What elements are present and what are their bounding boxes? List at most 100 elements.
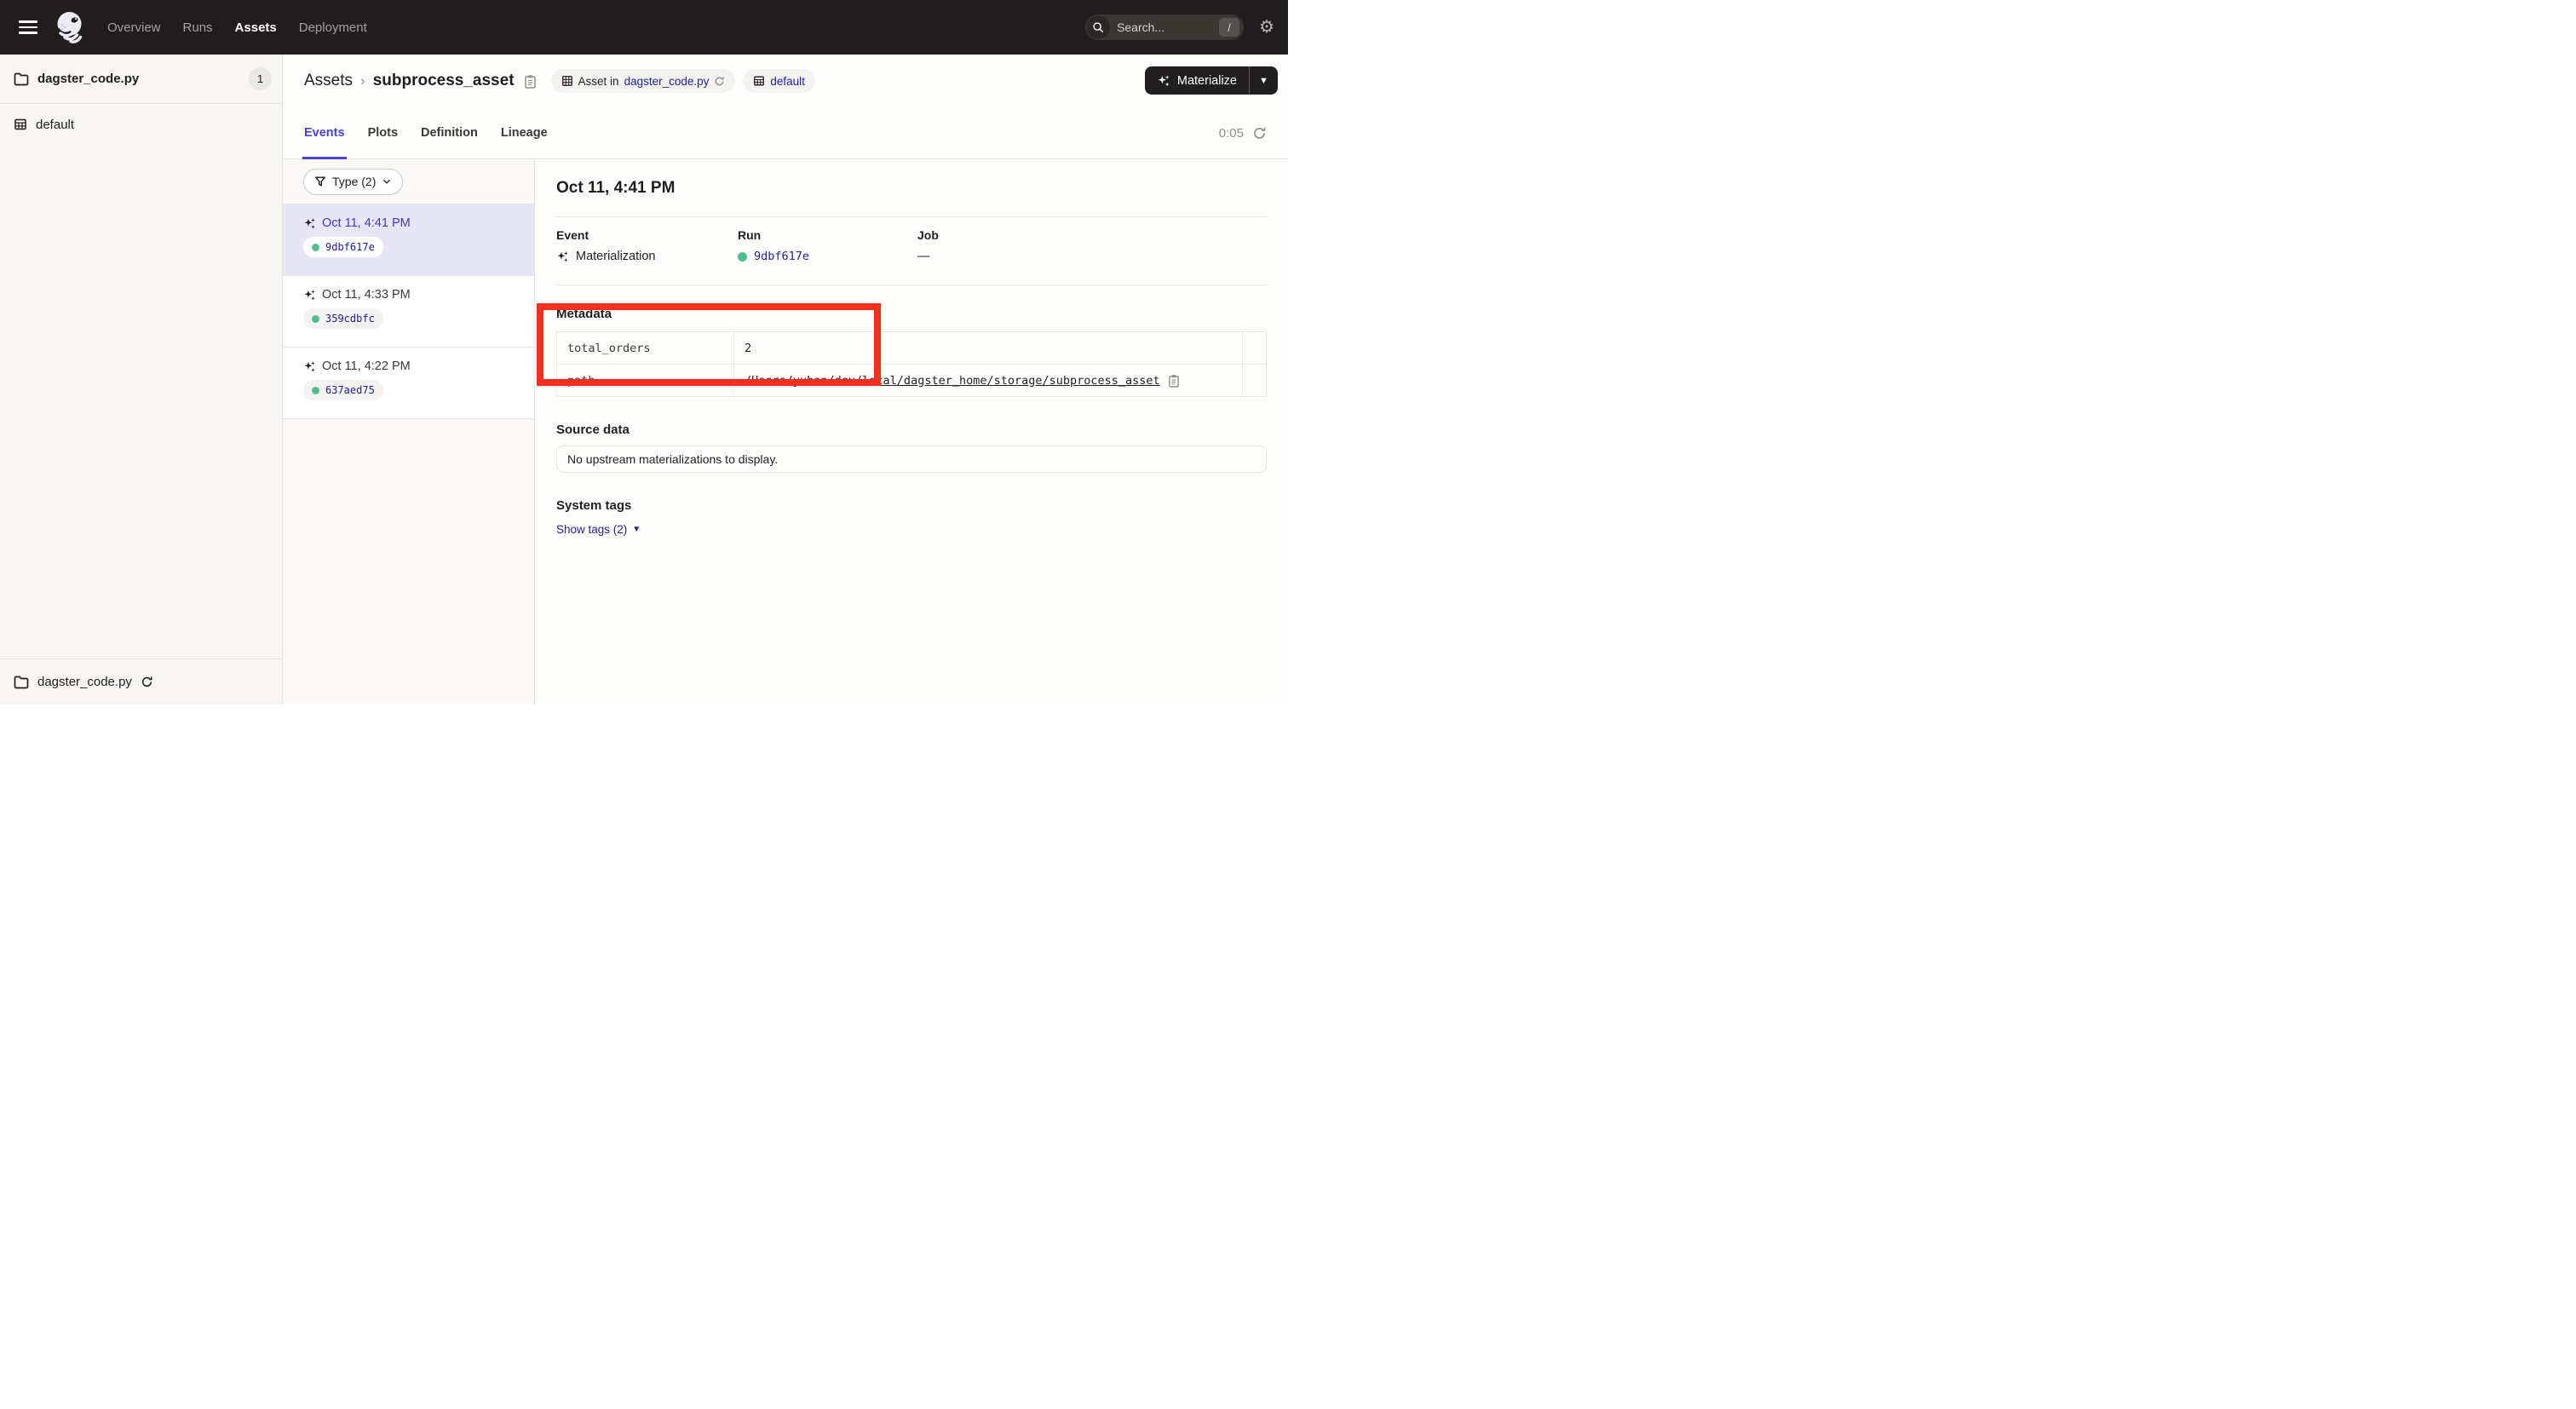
dagster-logo[interactable]	[55, 10, 85, 44]
run-status-dot	[312, 387, 319, 394]
nav-item-assets[interactable]: Assets	[235, 20, 277, 35]
event-list-item[interactable]: Oct 11, 4:22 PM 637aed75	[283, 348, 534, 419]
materialization-sparkle-icon	[303, 289, 316, 302]
run-badge[interactable]: 359cdbfc	[303, 308, 383, 329]
metadata-actions-cell	[1243, 365, 1267, 397]
asset-page-header: Assets › subprocess_asset	[283, 55, 1288, 159]
run-id-link[interactable]: 359cdbfc	[325, 313, 375, 325]
copy-asset-name-icon[interactable]	[524, 74, 537, 89]
run-column: Run 9dbf617e	[738, 228, 917, 263]
show-tags-toggle[interactable]: Show tags (2) ▼	[556, 523, 641, 536]
metadata-path-link[interactable]: /Users/yuhan/dev/local/dagster_home/stor…	[745, 374, 1160, 388]
job-value: —	[917, 250, 930, 263]
copy-path-icon[interactable]	[1168, 374, 1180, 388]
materialize-button[interactable]: Materialize	[1145, 74, 1249, 88]
metadata-key: total_orders	[557, 332, 734, 365]
tab-plots[interactable]: Plots	[368, 107, 398, 158]
metadata-row: total_orders 2	[557, 332, 1267, 365]
event-column-label: Event	[556, 228, 738, 242]
run-status-dot	[738, 252, 747, 262]
filter-funnel-icon	[314, 175, 326, 187]
breadcrumb-separator: ›	[360, 72, 365, 89]
type-filter-button[interactable]: Type (2)	[303, 169, 403, 195]
refresh-timer-group: 0:05	[1219, 126, 1267, 141]
hamburger-menu-icon[interactable]	[19, 20, 37, 34]
sidebar-item-label: dagster_code.py	[37, 675, 132, 689]
nav-right-group: Search... / ⚙	[1085, 14, 1274, 40]
job-column: Job —	[917, 228, 1267, 263]
run-column-label: Run	[738, 228, 917, 242]
job-column-label: Job	[917, 228, 1267, 242]
search-placeholder: Search...	[1117, 20, 1219, 34]
event-summary-columns: Event Materialization Run	[556, 217, 1267, 263]
chevron-down-icon	[382, 176, 392, 187]
primary-nav: Overview Runs Assets Deployment	[107, 20, 367, 35]
tab-events[interactable]: Events	[304, 107, 345, 158]
nav-item-overview[interactable]: Overview	[107, 20, 161, 35]
search-icon	[1086, 15, 1110, 39]
metadata-table: total_orders 2 path /Users/yuhan/dev/loc…	[556, 331, 1267, 397]
run-badge[interactable]: 637aed75	[303, 380, 383, 400]
run-id-link[interactable]: 9dbf617e	[325, 241, 375, 253]
code-location-link[interactable]: dagster_code.py	[624, 75, 710, 88]
event-list-item[interactable]: Oct 11, 4:41 PM 9dbf617e	[283, 204, 534, 276]
event-timestamp-link[interactable]: Oct 11, 4:22 PM	[322, 359, 411, 373]
refresh-countdown: 0:05	[1219, 126, 1244, 141]
sidebar-item-default-repo[interactable]: default	[0, 104, 282, 145]
materialize-dropdown-caret[interactable]: ▼	[1250, 76, 1278, 86]
search-input[interactable]: Search... /	[1085, 14, 1244, 40]
nav-item-deployment[interactable]: Deployment	[299, 20, 367, 35]
asset-in-label: Asset in	[578, 75, 619, 88]
event-filter-bar: Type (2)	[283, 159, 534, 204]
source-data-empty-state: No upstream materializations to display.	[556, 446, 1267, 473]
sidebar-bottom-code-location[interactable]: dagster_code.py	[0, 658, 282, 704]
run-badge[interactable]: 9dbf617e	[303, 237, 383, 257]
sidebar-item-label: dagster_code.py	[37, 72, 139, 86]
event-timestamp-link[interactable]: Oct 11, 4:33 PM	[322, 288, 411, 302]
materialize-button-group: Materialize ▼	[1145, 66, 1278, 95]
event-detail-panel: Oct 11, 4:41 PM Event Materialization	[535, 159, 1288, 704]
breadcrumb: Assets › subprocess_asset	[283, 55, 1288, 107]
event-list-item[interactable]: Oct 11, 4:33 PM 359cdbfc	[283, 276, 534, 348]
tab-lineage[interactable]: Lineage	[501, 107, 548, 158]
settings-gear-icon[interactable]: ⚙	[1259, 19, 1274, 36]
sidebar-item-code-location[interactable]: dagster_code.py 1	[0, 55, 282, 104]
source-data-heading: Source data	[556, 423, 1267, 437]
folder-icon	[14, 676, 29, 689]
search-shortcut-key: /	[1219, 18, 1239, 37]
events-content: Type (2) Oct 11, 4:41 PM	[283, 159, 1288, 704]
app-shell: dagster_code.py 1 default dagster_code.p…	[0, 55, 1288, 704]
refresh-icon[interactable]	[1252, 126, 1267, 141]
event-column: Event Materialization	[556, 228, 738, 263]
asset-grid-icon	[561, 75, 573, 87]
repo-badge[interactable]: default	[743, 69, 815, 93]
run-status-dot	[312, 315, 319, 323]
repo-grid-icon	[14, 118, 27, 131]
sidebar-item-label: default	[36, 118, 74, 132]
run-id-link[interactable]: 637aed75	[325, 384, 375, 396]
reload-icon[interactable]	[714, 76, 725, 87]
page-title: subprocess_asset	[373, 72, 515, 90]
run-status-dot	[312, 244, 319, 251]
materialization-sparkle-icon	[303, 217, 316, 230]
asset-location-badge[interactable]: Asset in dagster_code.py	[551, 69, 736, 93]
materialization-sparkle-icon	[556, 250, 569, 263]
breadcrumb-assets-link[interactable]: Assets	[304, 72, 353, 90]
system-tags-heading: System tags	[556, 498, 1267, 513]
nav-item-runs[interactable]: Runs	[183, 20, 213, 35]
run-id-link[interactable]: 9dbf617e	[754, 250, 809, 263]
repo-link[interactable]: default	[770, 75, 805, 88]
metadata-actions-cell	[1243, 332, 1267, 365]
metadata-row: path /Users/yuhan/dev/local/dagster_home…	[557, 365, 1267, 397]
event-timestamp-link[interactable]: Oct 11, 4:41 PM	[322, 216, 411, 230]
event-list-panel: Type (2) Oct 11, 4:41 PM	[283, 159, 535, 704]
metadata-key: path	[557, 365, 734, 397]
materialize-label: Materialize	[1177, 74, 1237, 88]
left-sidebar: dagster_code.py 1 default dagster_code.p…	[0, 55, 283, 704]
metadata-heading: Metadata	[556, 307, 1267, 321]
reload-location-icon[interactable]	[141, 676, 153, 688]
asset-tabs: Events Plots Definition Lineage 0:05	[283, 107, 1288, 158]
tab-definition[interactable]: Definition	[421, 107, 478, 158]
folder-icon	[14, 72, 29, 86]
type-filter-label: Type (2)	[332, 175, 376, 188]
